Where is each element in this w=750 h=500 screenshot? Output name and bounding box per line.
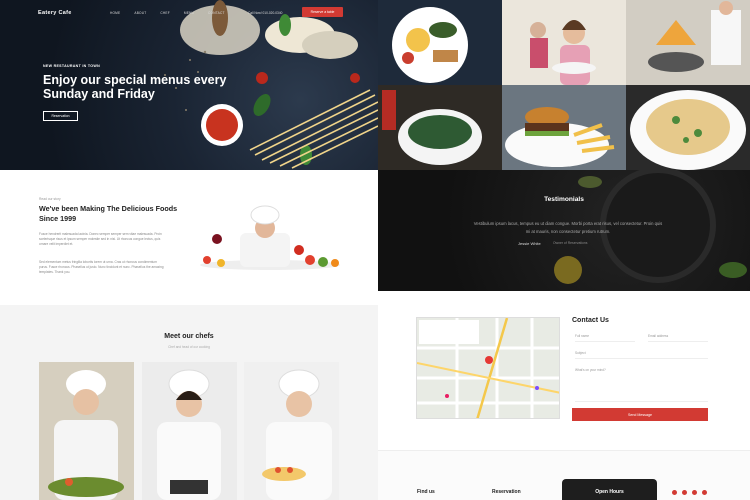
phone-number: Call Now! 010-020-0340 [248,11,283,15]
gallery-image-chef-cooking[interactable] [626,0,750,85]
footer-reservation: Reservation [492,489,521,495]
reserve-table-button[interactable]: Reserve a table [302,7,343,17]
about-kicker: Read our story [39,197,61,201]
subject-field[interactable]: Subject [575,351,708,359]
open-hours-box: Open Hours [562,479,657,500]
footer: Find us Reservation Open Hours [378,450,750,500]
hero-kicker: NEW RESTAURANT IN TOWN [43,64,100,68]
about-paragraph-1: Fusce hendrerit malesuada lacinia. Donec… [39,232,162,247]
about-heading: We've been Making The Delicious Foods Si… [39,204,178,223]
gallery-image-soup-bowl[interactable] [378,85,502,170]
location-map[interactable] [416,317,560,419]
brand-logo[interactable]: Eatery Cafe [38,10,72,16]
nav-item-contact[interactable]: CONTACT [208,11,225,15]
chef-card-1[interactable] [39,362,134,500]
hero-section: Eatery Cafe HOME ABOUT CHEF MENU CONTACT… [0,0,378,170]
nav-item-chef[interactable]: CHEF [160,11,169,15]
testimonial-role: Owner of Reservations [553,241,588,245]
testimonials-title: Testimonials [544,196,584,203]
instagram-icon[interactable] [692,490,697,495]
open-hours-title: Open Hours [595,489,624,495]
food-gallery [378,0,750,170]
send-message-button[interactable]: Send Message [572,408,708,421]
gallery-image-pasta[interactable] [626,85,750,170]
facebook-icon[interactable] [672,490,677,495]
chefs-title: Meet our chefs [164,333,214,340]
top-nav: Eatery Cafe HOME ABOUT CHEF MENU CONTACT… [0,0,378,26]
full-name-field[interactable]: Full name [575,334,635,342]
nav-menu: HOME ABOUT CHEF MENU CONTACT [110,11,225,15]
footer-find-us: Find us [417,489,435,495]
google-icon[interactable] [702,490,707,495]
contact-section: Contact Us Full name Email address Subje… [378,291,750,450]
testimonial-quote: Vestibulum ipsum lacus, tempus eu ut dia… [473,221,663,234]
testimonials-section: Testimonials Vestibulum ipsum lacus, tem… [378,170,750,291]
message-field[interactable]: What's on your mind? [575,368,708,402]
chef-card-2[interactable] [142,362,237,500]
nav-item-home[interactable]: HOME [110,11,120,15]
email-field[interactable]: Email address [648,334,708,342]
chefs-subtitle: Chef and head of our cooking [168,345,210,349]
chef-card-3[interactable] [244,362,339,500]
about-paragraph-2: Sed elementum metus fringilla lobortis l… [39,260,164,275]
gallery-image-burger[interactable] [502,85,626,170]
chefs-section: Meet our chefs Chef and head of our cook… [0,305,378,500]
chef-with-food-image [200,205,340,270]
nav-item-menu[interactable]: MENU [184,11,194,15]
nav-item-about[interactable]: ABOUT [134,11,146,15]
hero-headline: Enjoy our special menus every Sunday and… [43,73,227,101]
contact-title: Contact Us [572,317,609,324]
gallery-image-girl[interactable] [502,0,626,85]
twitter-icon[interactable] [682,490,687,495]
testimonial-author: Jessie White [518,241,541,246]
page: Eatery Cafe HOME ABOUT CHEF MENU CONTACT… [0,0,750,500]
about-section: Read our story We've been Making The Del… [0,170,378,305]
reservation-button[interactable]: Reservation [43,111,78,121]
gallery-image-breakfast[interactable] [378,0,502,85]
